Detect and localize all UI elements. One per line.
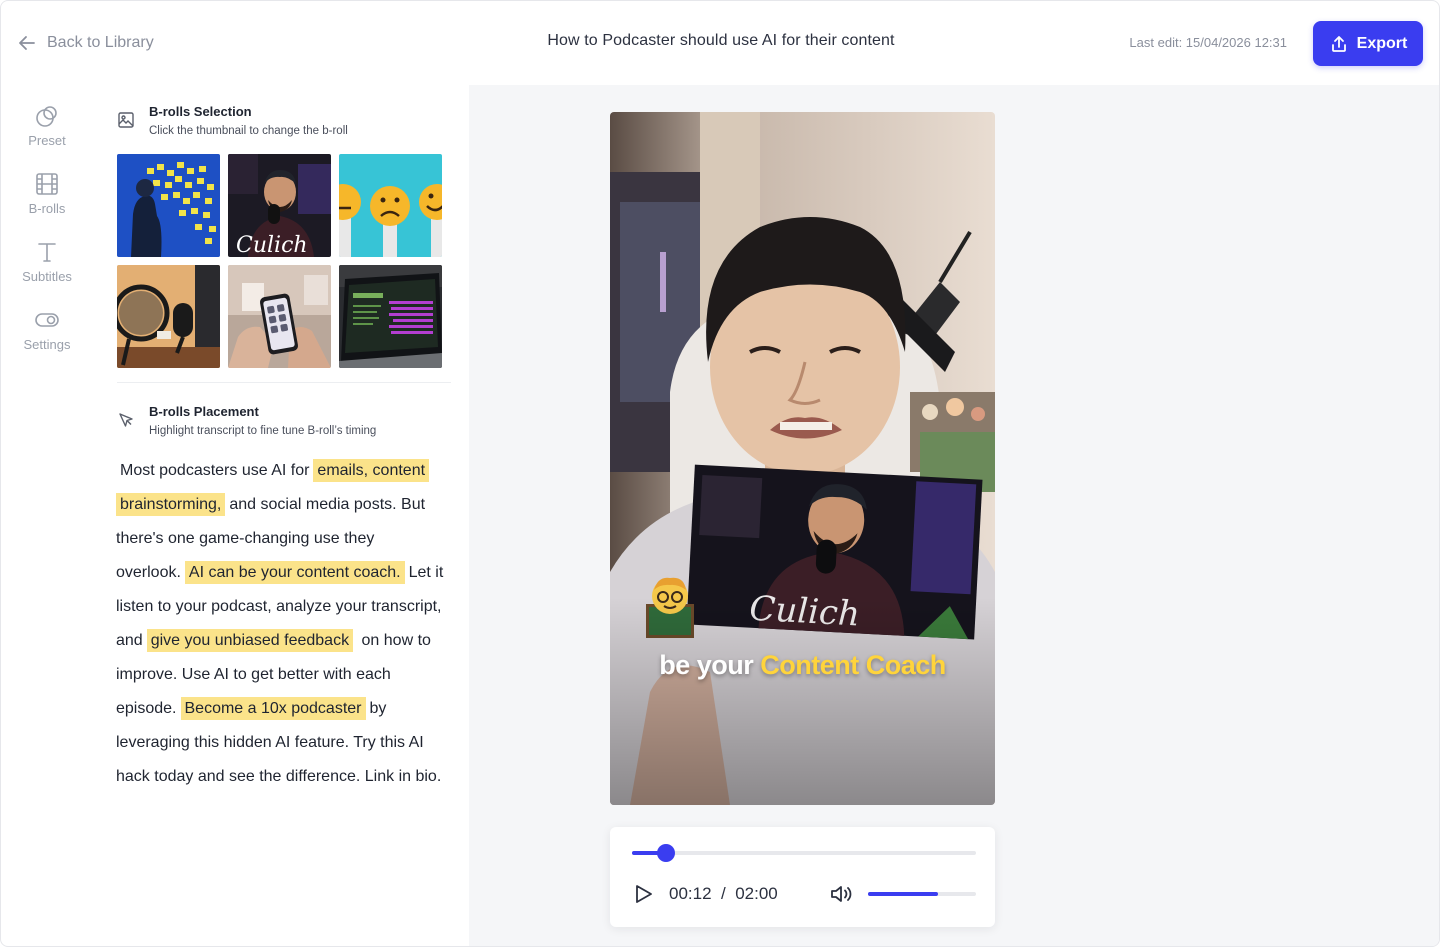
- broll-selection-title: B-rolls Selection: [149, 104, 252, 119]
- image-icon: [118, 112, 134, 128]
- broll-thumbnail-podcaster[interactable]: Culich: [228, 154, 331, 257]
- transcript-segment[interactable]: Most podcasters use AI for: [116, 459, 313, 482]
- arrow-left-icon: [19, 36, 35, 50]
- rail-item-settings[interactable]: Settings: [1, 307, 93, 367]
- rail-label-settings: Settings: [23, 337, 71, 352]
- app-window: Back to Library How to Podcaster should …: [0, 0, 1440, 947]
- rail-item-preset[interactable]: Preset: [1, 103, 93, 163]
- upload-icon: [1331, 35, 1346, 52]
- broll-selection-subtitle: Click the thumbnail to change the b-roll: [149, 125, 348, 137]
- preset-icon: [36, 106, 57, 127]
- video-frame: Culich: [610, 112, 995, 805]
- video-preview[interactable]: Culich be your Content Coach: [610, 112, 995, 805]
- broll-thumbnail-grid: Culich: [117, 154, 442, 368]
- broll-thumbnail-phone[interactable]: [228, 265, 331, 368]
- last-edit-timestamp: Last edit: 15/04/2026 12:31: [1129, 35, 1287, 50]
- section-divider: [117, 382, 451, 383]
- caption-accent-text: Content Coach: [760, 650, 946, 680]
- back-to-library-link[interactable]: Back to Library: [17, 29, 154, 57]
- svg-text:Culich: Culich: [236, 233, 308, 257]
- volume-icon[interactable]: [828, 881, 854, 907]
- time-display: 00:12 / 02:00: [669, 884, 778, 904]
- volume-slider[interactable]: [868, 892, 976, 896]
- rail-label-subtitles: Subtitles: [22, 269, 72, 284]
- transcript-highlight-broll-1b[interactable]: brainstorming,: [116, 493, 226, 516]
- export-label: Export: [1356, 34, 1408, 52]
- text-icon: [38, 243, 56, 262]
- broll-thumbnail-laptop[interactable]: [339, 265, 442, 368]
- seek-handle[interactable]: [657, 844, 676, 862]
- rail-label-preset: Preset: [28, 133, 66, 148]
- player-controls: 00:12 / 02:00: [610, 827, 995, 927]
- play-icon[interactable]: [632, 883, 654, 905]
- export-button[interactable]: Export: [1313, 21, 1423, 66]
- rail-label-brolls: B-rolls: [28, 201, 66, 216]
- broll-placement-title: B-rolls Placement: [149, 404, 259, 419]
- current-time: 00:12: [669, 884, 712, 903]
- broll-thumbnail-emoji-faces[interactable]: [339, 154, 442, 257]
- volume-level: [868, 892, 939, 896]
- transcript-highlight-broll-1[interactable]: emails, content: [313, 459, 430, 482]
- broll-selection-header: B-rolls Selection Click the thumbnail to…: [117, 103, 348, 137]
- transcript-text[interactable]: Most podcasters use AI for emails, conten…: [116, 454, 456, 794]
- broll-thumbnail-sticky-notes[interactable]: [117, 154, 220, 257]
- transcript-highlight-broll-4[interactable]: Become a 10x podcaster: [180, 697, 366, 720]
- toggle-icon: [35, 313, 59, 327]
- total-duration: 02:00: [735, 884, 778, 903]
- rail-item-subtitles[interactable]: Subtitles: [1, 239, 93, 299]
- caption-text: be your: [659, 650, 754, 680]
- rail-item-brolls[interactable]: B-rolls: [1, 171, 93, 231]
- time-separator: /: [721, 884, 726, 903]
- cursor-arrow-icon: [119, 413, 133, 427]
- seek-bar[interactable]: [632, 844, 976, 862]
- back-label: Back to Library: [47, 34, 154, 51]
- transcript-highlight-broll-3[interactable]: give you unbiased feedback: [146, 629, 354, 652]
- transcript-highlight-broll-2[interactable]: AI can be your content coach.: [184, 561, 405, 584]
- top-bar: Back to Library How to Podcaster should …: [1, 1, 1439, 85]
- video-caption: be your Content Coach: [610, 650, 995, 681]
- preview-stage: Culich be your Content Coach: [469, 85, 1439, 946]
- broll-placement-subtitle: Highlight transcript to fine tune B-roll…: [149, 425, 377, 437]
- broll-thumbnail-studio-mic[interactable]: [117, 265, 220, 368]
- broll-placement-header: B-rolls Placement Highlight transcript t…: [117, 403, 376, 437]
- film-icon: [36, 173, 58, 195]
